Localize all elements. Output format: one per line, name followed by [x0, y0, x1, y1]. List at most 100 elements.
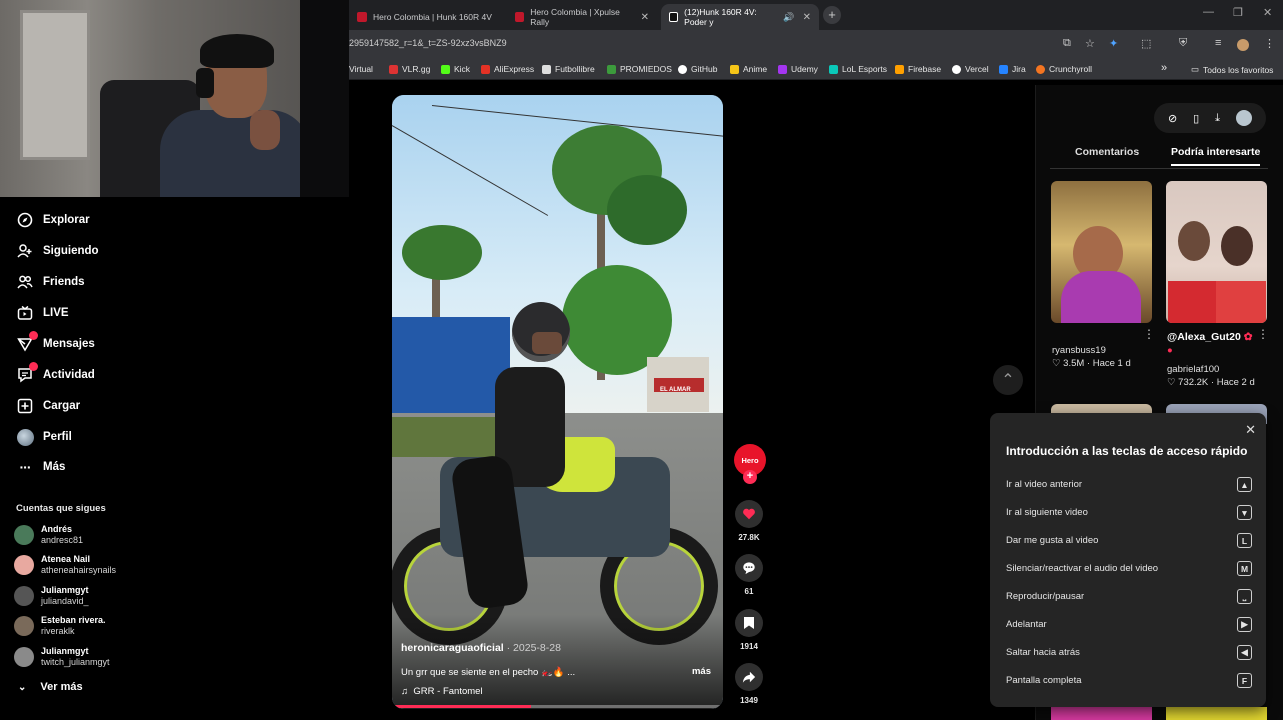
all-bookmarks-button[interactable]: ▭ Todos los favoritos — [1191, 64, 1273, 75]
bookmark[interactable]: Vercel — [952, 64, 989, 74]
install-icon[interactable]: ⧉ — [1063, 37, 1071, 50]
video-progress-bar[interactable] — [392, 705, 723, 708]
suggested-video-thumbnail[interactable] — [1166, 181, 1267, 323]
followed-account[interactable]: Atenea Nail atheneahairsynails — [14, 554, 116, 576]
follow-button[interactable]: + — [743, 470, 757, 484]
bookmark[interactable]: Kick — [441, 64, 470, 74]
sidebar-item-siguiendo[interactable]: Siguiendo — [16, 242, 99, 260]
bookmark[interactable]: LoL Esports — [829, 64, 887, 74]
followed-account[interactable]: Esteban rivera. riveraklk — [14, 615, 106, 637]
tab-podria-interesarte[interactable]: Podría interesarte — [1171, 146, 1261, 166]
comment-button[interactable]: 61 — [733, 554, 765, 596]
folder-icon: ▭ — [1191, 64, 1200, 74]
bookmark[interactable]: Udemy — [778, 64, 818, 74]
browser-tab-active[interactable]: (12)Hunk 160R 4V: Poder y 🔊 ✕ — [661, 4, 819, 30]
bookmark[interactable]: Anime — [730, 64, 767, 74]
l-key-icon: L — [1237, 533, 1252, 548]
popup-title: Introducción a las teclas de acceso rápi… — [1006, 444, 1248, 458]
minimize-icon[interactable]: — — [1203, 6, 1214, 18]
share-button[interactable]: 1349 — [733, 663, 765, 705]
bookmarks-overflow-button[interactable]: » — [1161, 62, 1167, 74]
more-options-icon[interactable]: ⋮ — [1257, 327, 1269, 341]
bookmark[interactable]: PROMIEDOS — [607, 64, 672, 74]
store-sign: EL ALMAR — [660, 387, 691, 393]
arrow-up-key-icon: ▲ — [1237, 477, 1252, 492]
compass-icon — [16, 211, 34, 229]
extension-icon[interactable]: ✦ — [1109, 37, 1118, 50]
bookmark-star-icon[interactable]: ☆ — [1085, 37, 1095, 50]
maximize-icon[interactable]: ❐ — [1233, 6, 1243, 19]
caption-more-button[interactable]: más — [692, 666, 711, 677]
followed-account[interactable]: Julianmgyt juliandavid_ — [14, 585, 89, 607]
keyboard-shortcuts-popup: ✕ Introducción a las teclas de acceso rá… — [990, 413, 1266, 707]
url-text[interactable]: 2959147582_r=1&_t=ZS-92xz3vsBNZ9 — [349, 38, 507, 48]
aliexpress-icon — [481, 64, 490, 74]
sidebar-item-live[interactable]: LIVE — [16, 304, 69, 322]
bookmark[interactable]: AliExpress — [481, 64, 534, 74]
bookmark[interactable]: Crunchyroll — [1036, 64, 1092, 74]
lol-esports-icon — [829, 64, 838, 74]
profile-avatar[interactable] — [1235, 110, 1252, 126]
music-credit[interactable]: ♫ GRR - Fantomel — [401, 686, 483, 697]
shortcut-row: Ir al siguiente video ▼ — [1006, 505, 1252, 520]
suggested-video-thumbnail[interactable] — [1166, 707, 1267, 720]
browser-tab[interactable]: Hero Colombia | Hunk 160R 4V — [349, 4, 504, 30]
sidebar-item-perfil[interactable]: Perfil — [16, 428, 72, 446]
bookmark[interactable]: GitHub — [678, 64, 717, 74]
video-author[interactable]: heronicaraguaoficial · 2025-8-28 — [401, 642, 561, 654]
sidebar-item-explorar[interactable]: Explorar — [16, 211, 90, 229]
more-options-icon[interactable]: ⋮ — [1143, 327, 1155, 341]
suggested-stats: ♡ 3.5M · Hace 1 d — [1052, 358, 1131, 369]
sidebar: Explorar Siguiendo Friends LIVE Mensajes… — [0, 197, 160, 720]
profile-avatar[interactable] — [1237, 39, 1249, 51]
media-icon[interactable]: ≡ — [1215, 37, 1221, 49]
incognito-icon[interactable]: ⛨ — [1179, 37, 1187, 50]
menu-dots-icon[interactable]: ⋮ — [1264, 37, 1275, 50]
bookmark[interactable]: Jira — [999, 64, 1026, 74]
tab-comentarios[interactable]: Comentarios — [1075, 146, 1139, 158]
emoji-icon: ● — [1167, 345, 1173, 356]
suggested-video-thumbnail[interactable] — [1051, 707, 1152, 720]
save-button[interactable]: 1914 — [733, 609, 765, 651]
like-button[interactable]: 27.8K — [733, 500, 765, 542]
bookmark[interactable]: Firebase — [895, 64, 941, 74]
suggested-user[interactable]: gabrielaf100 — [1167, 364, 1219, 375]
previous-video-button[interactable]: ⌃ — [993, 365, 1023, 395]
panel-tabs: Comentarios Podría interesarte — [1050, 143, 1268, 169]
download-icon[interactable]: ⤓ — [1215, 112, 1220, 125]
new-tab-button[interactable]: + — [823, 6, 841, 24]
suggested-video-thumbnail[interactable] — [1051, 181, 1152, 323]
avatar — [14, 555, 34, 575]
close-window-icon[interactable]: ✕ — [1263, 6, 1272, 19]
sidebar-item-cargar[interactable]: Cargar — [16, 397, 80, 415]
sidebar-item-mas[interactable]: ··· Más — [16, 458, 66, 476]
see-more-button[interactable]: ⌄ Ver más — [18, 681, 83, 693]
verified-icon: ✿ — [1243, 331, 1253, 343]
friends-icon — [16, 273, 34, 291]
followed-account[interactable]: Andrés andresc81 — [14, 524, 83, 546]
browser-tab[interactable]: Hero Colombia | Xpulse Rally ✕ — [507, 4, 657, 30]
video-player[interactable]: EL ALMAR heronicaraguaoficial · 2025-8-2… — [392, 95, 723, 709]
suggested-user[interactable]: @Alexa_Gut20 ✿ — [1167, 331, 1253, 343]
shortcut-row: Reproducir/pausar ⎵ — [1006, 589, 1252, 604]
video-caption: Un grr que se siente en el pecho 🏍️🔥 ... — [401, 667, 576, 678]
close-tab-icon[interactable]: ✕ — [803, 12, 811, 23]
compass-icon[interactable]: ⊘ — [1168, 112, 1177, 125]
mobile-icon[interactable]: ▯ — [1193, 112, 1199, 125]
bookmark[interactable]: Futbollibre — [542, 64, 595, 74]
music-note-icon: ♫ — [401, 686, 409, 697]
bookmark-icon — [735, 609, 763, 637]
extensions-icon[interactable]: ⬚ — [1141, 37, 1151, 50]
bookmark[interactable]: VLR.gg — [389, 64, 430, 74]
close-tab-icon[interactable]: ✕ — [641, 12, 649, 23]
followed-account[interactable]: Julianmgyt twitch_julianmgyt — [14, 646, 110, 668]
speaker-icon[interactable]: 🔊 — [783, 12, 794, 23]
suggested-user[interactable]: ryansbuss19 — [1052, 345, 1106, 356]
sidebar-item-actividad[interactable]: Actividad — [16, 362, 95, 384]
video-tools: ⊘ ▯ ⤓ — [1154, 103, 1266, 133]
close-icon[interactable]: ✕ — [1245, 422, 1256, 438]
sidebar-item-friends[interactable]: Friends — [16, 273, 85, 291]
bookmark[interactable]: Virtual — [349, 64, 373, 74]
activity-icon — [16, 362, 38, 384]
sidebar-item-mensajes[interactable]: Mensajes — [16, 331, 95, 353]
